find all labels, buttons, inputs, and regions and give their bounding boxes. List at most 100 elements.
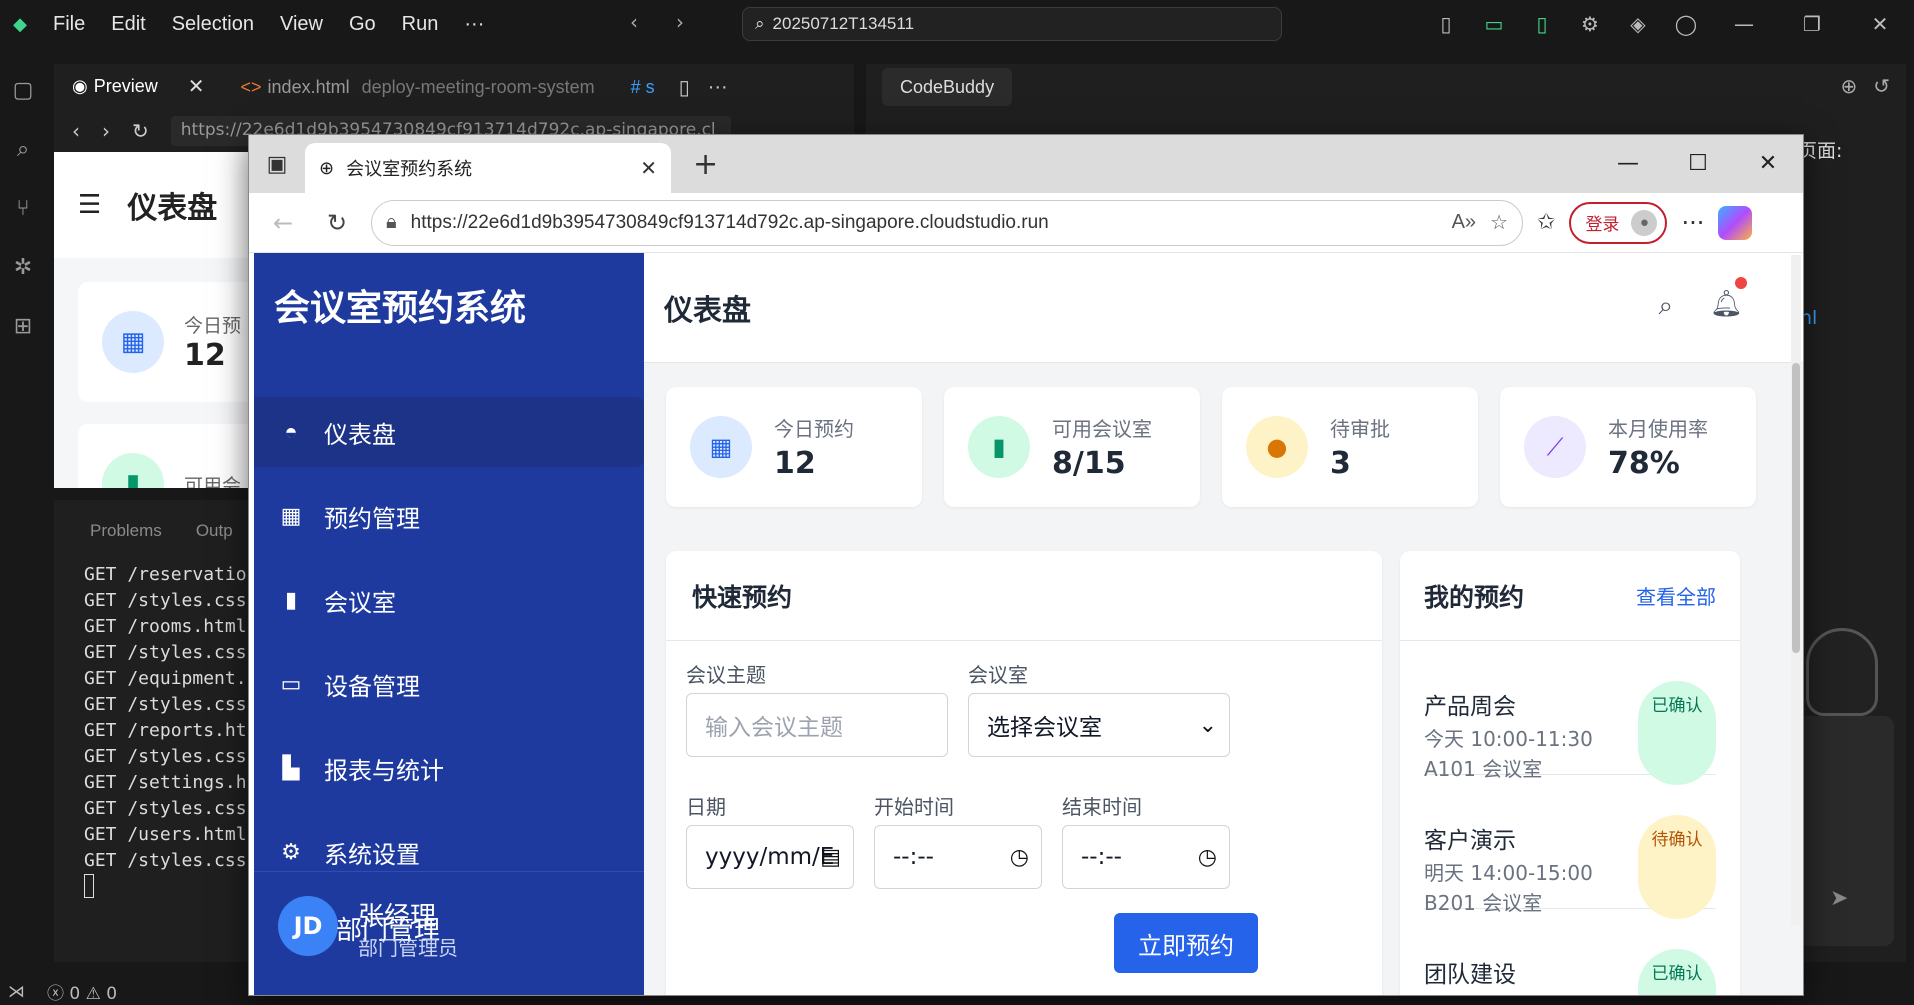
command-search[interactable]: ⌕ 20250712T134511 [742,7,1282,41]
tab-output[interactable]: Outp [196,521,233,541]
quick-booking-title: 快速预约 [666,551,1382,641]
scrollbar-thumb[interactable] [1792,363,1800,653]
forward-icon[interactable]: › [676,10,684,34]
back-icon[interactable]: ← [263,209,303,237]
mascot-icon [1806,628,1878,716]
history-icon[interactable]: ↺ [1873,74,1890,98]
calendar-picker-icon[interactable]: ▤ [820,845,841,870]
tab-css[interactable]: # s [613,64,673,110]
editor-tabs: ◉ Preview ✕ <> index.html deploy-meeting… [54,64,854,110]
back-icon[interactable]: ‹ [630,10,638,34]
end-time-input[interactable]: --:-- ◷ [1062,825,1230,889]
login-button[interactable]: 登录 ● [1569,201,1668,244]
tab-codebuddy[interactable]: CodeBuddy [882,68,1013,106]
sidebar-item-label: 系统设置 [324,841,420,869]
command-search-text: 20250712T134511 [772,14,915,33]
account-icon[interactable]: ◯ [1662,12,1710,36]
room-select[interactable]: 选择会议室 ⌄ [968,693,1230,757]
topic-label: 会议主题 [686,663,766,687]
sidebar-item-reports[interactable]: ▙ 报表与统计 [254,733,644,803]
search-icon[interactable]: ⌕ [1658,291,1673,322]
preview-page: ☰ 仪表盘 ▦ 今日预 12 ▮ 可用会 [54,152,254,488]
settings-gear-icon[interactable]: ⚙ [1566,12,1614,36]
copilot-icon[interactable] [1718,205,1753,240]
new-tab-icon[interactable]: + [693,147,718,182]
more-icon[interactable]: ··· [1681,209,1704,237]
extensions-icon[interactable]: ⊞ [14,314,32,339]
minimize-icon[interactable]: — [1710,12,1778,36]
close-tab-icon[interactable]: ✕ [188,74,205,99]
split-editor-icon[interactable]: ▯ [679,75,690,100]
list-item[interactable]: 产品周会 今天 10:00-11:30 A101 会议室 已确认 [1424,641,1716,785]
address-bar[interactable]: 🔒︎ https://22e6d1d9b3954730849cf913714d7… [371,199,1523,246]
door-open-icon: ▮ [968,416,1030,478]
minimize-icon[interactable]: — [1593,135,1663,193]
reload-icon[interactable]: ↻ [317,209,357,237]
menu-file[interactable]: File [40,13,98,36]
favorites-icon[interactable]: ✩ [1537,210,1555,235]
search-view-icon[interactable]: ⌕ [17,137,29,162]
tab-actions-icon[interactable]: ▣ [249,152,305,177]
preview-reload-icon[interactable]: ↻ [132,119,149,143]
door-open-icon: ▮ [102,453,164,488]
date-input[interactable]: yyyy/mm/E ▤ [686,825,854,889]
preview-stat-card: ▮ 可用会 [78,424,254,488]
favorite-star-icon[interactable]: ☆ [1490,210,1508,235]
browser-tab-bar: ▣ ⊕ 会议室预约系统 ✕ + — ☐ ✕ [249,135,1803,193]
menu-more[interactable]: ··· [451,13,497,36]
menu-view[interactable]: View [267,13,336,36]
lock-icon[interactable]: 🔒︎ [386,211,397,234]
terminal-cursor [84,874,94,898]
list-item[interactable]: 客户演示 明天 14:00-15:00 B201 会议室 待确认 [1424,775,1716,919]
user-role: 部门管理员 [358,936,458,960]
sidebar-item-reservations[interactable]: ▦ 预约管理 [254,481,644,551]
start-time-input[interactable]: --:-- ◷ [874,825,1042,889]
close-icon[interactable]: ✕ [1846,12,1914,36]
clock-picker-icon[interactable]: ◷ [1198,845,1217,870]
html-file-icon: <> [240,76,262,97]
menu-run[interactable]: Run [389,13,452,36]
view-all-link[interactable]: 查看全部 [1636,581,1716,610]
read-aloud-icon[interactable]: A» [1452,211,1476,234]
shield-icon[interactable]: ◈ [1614,12,1662,36]
sidebar-item-rooms[interactable]: ▮ 会议室 [254,565,644,635]
topic-input[interactable]: 输入会议主题 [686,693,948,757]
new-chat-icon[interactable]: ⊕ [1840,74,1857,98]
toggle-secondary-sidebar-icon[interactable]: ▯ [1518,12,1566,36]
stat-label: 本月使用率 [1608,417,1708,441]
more-actions-icon[interactable]: ··· [708,76,728,99]
book-now-button[interactable]: 立即预约 [1114,913,1258,973]
close-tab-icon[interactable]: ✕ [640,156,657,181]
bell-icon[interactable]: 🔔︎ [1710,289,1743,319]
chat-input[interactable] [1798,716,1894,946]
clock-picker-icon[interactable]: ◷ [1010,845,1029,870]
send-icon[interactable]: ➤ [1830,886,1848,911]
tab-index-html[interactable]: <> index.html deploy-meeting-room-system [223,64,613,110]
source-control-icon[interactable]: ⑂ [16,196,29,221]
tab-preview[interactable]: ◉ Preview ✕ [54,64,223,110]
close-icon[interactable]: ✕ [1733,135,1803,193]
sidebar-item-equipment[interactable]: ▭ 设备管理 [254,649,644,719]
remote-icon[interactable]: ⋊ [8,982,25,1002]
toggle-sidebar-icon[interactable]: ▯ [1422,12,1470,36]
menu-selection[interactable]: Selection [159,13,267,36]
problems-status[interactable]: ⓧ 0 ⚠ 0 [47,979,117,1004]
debug-icon[interactable]: ✲ [14,255,32,280]
browser-tab[interactable]: ⊕ 会议室预约系统 ✕ [305,143,671,193]
menu-edit[interactable]: Edit [98,13,158,36]
tab-problems[interactable]: Problems [90,521,162,541]
preview-back-icon[interactable]: ‹ [72,119,80,143]
list-item[interactable]: 团队建设 已确认 [1424,909,1716,995]
maximize-icon[interactable]: ☐ [1663,135,1733,193]
hamburger-icon[interactable]: ☰ [78,190,101,220]
my-bookings-header: 我的预约 查看全部 [1400,551,1740,641]
preview-forward-icon[interactable]: › [102,119,110,143]
menu-go[interactable]: Go [336,13,389,36]
user-profile[interactable]: JD 部门管理 张经理 部门管理员 [254,871,644,995]
sidebar-item-dashboard[interactable]: ◓ 仪表盘 [254,397,644,467]
page-scrollbar[interactable] [1791,255,1801,925]
restore-icon[interactable]: ❐ [1778,12,1846,36]
explorer-icon[interactable]: ▢ [13,78,34,103]
start-time-label: 开始时间 [874,795,954,819]
toggle-panel-icon[interactable]: ▭ [1470,12,1518,36]
